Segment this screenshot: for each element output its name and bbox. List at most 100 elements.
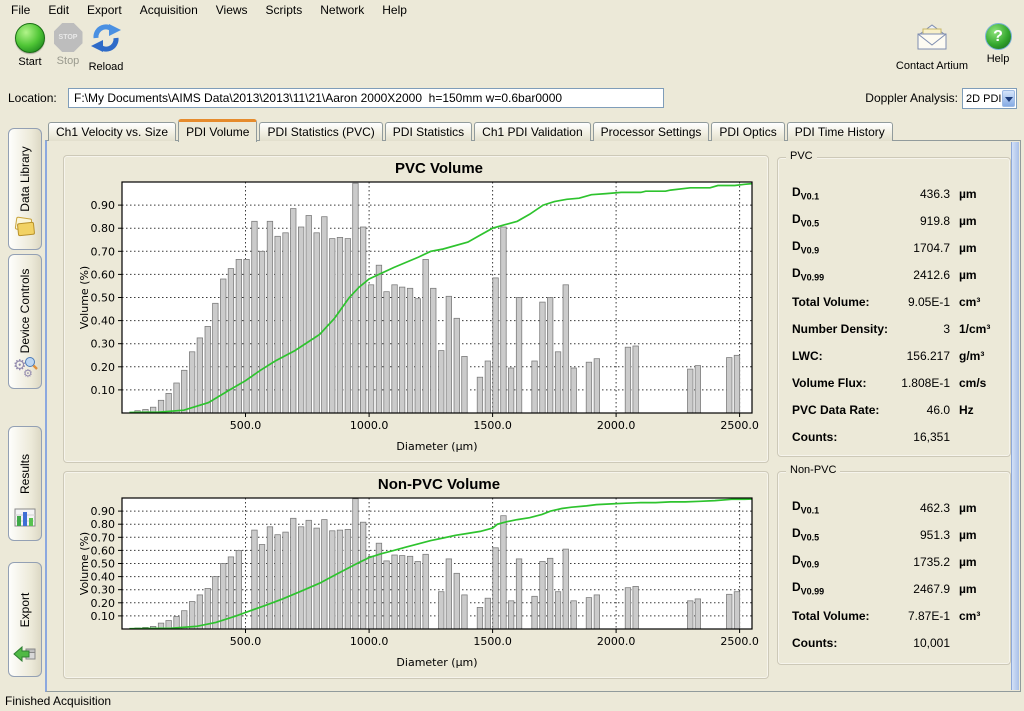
- menu-edit[interactable]: Edit: [39, 1, 78, 19]
- stat-value: 10,001: [900, 636, 950, 650]
- stat-value: 3: [900, 322, 950, 336]
- tab-processor-settings[interactable]: Processor Settings: [593, 122, 710, 141]
- tab-pdi-statistics[interactable]: PDI Statistics: [385, 122, 472, 141]
- sidebar-item-results[interactable]: Results: [8, 426, 42, 541]
- svg-text:500.0: 500.0: [230, 635, 262, 648]
- nonpvc-stats-panel: Non-PVC DV0.1462.3µmDV0.5951.3µmDV0.9173…: [777, 471, 1011, 665]
- nonpvc-stats-legend: Non-PVC: [786, 464, 840, 476]
- stat-unit: µm: [950, 187, 1000, 201]
- sidebar-item-data-library[interactable]: Data Library: [8, 128, 42, 250]
- stat-unit: µm: [950, 528, 1000, 542]
- stat-unit: Hz: [950, 403, 1000, 417]
- doppler-analysis-label: Doppler Analysis:: [865, 91, 958, 105]
- reload-button[interactable]: Reload: [84, 23, 128, 73]
- doppler-analysis-value: 2D PDI: [963, 93, 1001, 105]
- pvc-stats-rows: DV0.1436.3µmDV0.5919.8µmDV0.91704.7µmDV0…: [778, 180, 1010, 450]
- svg-text:Volume (%): Volume (%): [78, 266, 91, 329]
- svg-text:2500.0: 2500.0: [720, 635, 759, 648]
- svg-text:0.90: 0.90: [91, 199, 116, 212]
- pvc-chart-title: PVC Volume: [64, 160, 768, 177]
- stat-row: LWC:156.217g/m³: [778, 342, 1010, 369]
- doppler-analysis-select[interactable]: 2D PDI: [962, 88, 1017, 109]
- tab-pdi-statistics-pvc[interactable]: PDI Statistics (PVC): [259, 122, 382, 141]
- help-button[interactable]: ? Help: [978, 23, 1018, 65]
- sidebar-item-label: Export: [18, 593, 32, 628]
- stat-row: DV0.5951.3µm: [778, 521, 1010, 548]
- svg-text:1000.0: 1000.0: [350, 419, 389, 432]
- menu-file[interactable]: File: [2, 1, 39, 19]
- stat-unit: µm: [950, 582, 1000, 596]
- svg-text:0.50: 0.50: [91, 558, 116, 571]
- stat-value: 462.3: [900, 501, 950, 515]
- stat-label: DV0.9: [792, 553, 900, 569]
- menu-network[interactable]: Network: [311, 1, 373, 19]
- svg-text:1500.0: 1500.0: [473, 419, 512, 432]
- menu-views[interactable]: Views: [207, 1, 257, 19]
- svg-text:0.30: 0.30: [91, 584, 116, 597]
- svg-text:2000.0: 2000.0: [597, 635, 636, 648]
- stop-button-label: Stop: [57, 55, 80, 67]
- stat-unit: cm/s: [950, 376, 1000, 390]
- tab-ch1-pdi-validation[interactable]: Ch1 PDI Validation: [474, 122, 591, 141]
- stat-row: DV0.91704.7µm: [778, 234, 1010, 261]
- svg-text:0.10: 0.10: [91, 610, 116, 623]
- menu-scripts[interactable]: Scripts: [257, 1, 312, 19]
- stat-row: DV0.91735.2µm: [778, 548, 1010, 575]
- stat-label: Number Density:: [792, 322, 900, 336]
- device-controls-icon: ⚙ ⚙: [12, 354, 38, 383]
- location-input[interactable]: [68, 88, 664, 108]
- sidebar-item-export[interactable]: Export: [8, 562, 42, 677]
- stat-value: 46.0: [900, 403, 950, 417]
- results-icon: [12, 506, 38, 535]
- svg-text:0.90: 0.90: [91, 505, 116, 518]
- svg-text:⚙: ⚙: [23, 368, 33, 378]
- start-icon: [15, 23, 45, 53]
- menu-help[interactable]: Help: [373, 1, 416, 19]
- export-icon: [12, 642, 38, 671]
- svg-text:500.0: 500.0: [230, 419, 262, 432]
- svg-text:0.70: 0.70: [91, 531, 116, 544]
- stat-unit: µm: [950, 501, 1000, 515]
- sidebar-item-device-controls[interactable]: Device Controls ⚙ ⚙: [8, 254, 42, 389]
- svg-text:0.80: 0.80: [91, 222, 116, 235]
- menu-bar: FileEditExportAcquisitionViewsScriptsNet…: [0, 0, 1024, 19]
- location-bar: Location: Doppler Analysis: 2D PDI: [0, 84, 1024, 114]
- contact-artium-label: Contact Artium: [896, 60, 968, 72]
- stat-value: 2467.9: [900, 582, 950, 596]
- stat-unit: µm: [950, 214, 1000, 228]
- stat-row: Total Volume:9.05E-1cm³: [778, 288, 1010, 315]
- pvc-stats-legend: PVC: [786, 150, 817, 162]
- stat-label: Total Volume:: [792, 609, 900, 623]
- svg-text:0.20: 0.20: [91, 597, 116, 610]
- stop-icon-text: STOP: [59, 34, 78, 41]
- stat-unit: µm: [950, 555, 1000, 569]
- stat-row: DV0.1436.3µm: [778, 180, 1010, 207]
- pvc-chart-panel: PVC Volume 0.100.200.300.400.500.600.700…: [63, 155, 769, 463]
- stat-row: Counts:16,351: [778, 423, 1010, 450]
- chevron-down-icon[interactable]: [1002, 90, 1015, 107]
- stat-label: PVC Data Rate:: [792, 403, 900, 417]
- sidebar-item-label: Data Library: [18, 147, 32, 212]
- menu-export[interactable]: Export: [78, 1, 131, 19]
- stat-row: Total Volume:7.87E-1cm³: [778, 602, 1010, 629]
- stat-label: DV0.5: [792, 212, 900, 228]
- tab-ch1-velocity-vs-size[interactable]: Ch1 Velocity vs. Size: [48, 122, 176, 141]
- svg-text:0.40: 0.40: [91, 571, 116, 584]
- svg-text:Volume (%): Volume (%): [78, 532, 91, 595]
- svg-text:1000.0: 1000.0: [350, 635, 389, 648]
- stat-value: 1.808E-1: [900, 376, 950, 390]
- contact-artium-button[interactable]: Contact Artium: [888, 23, 976, 72]
- vertical-scrollbar[interactable]: [1011, 142, 1019, 690]
- pvc-stats-panel: PVC DV0.1436.3µmDV0.5919.8µmDV0.91704.7µ…: [777, 157, 1011, 457]
- tab-pdi-volume[interactable]: PDI Volume: [178, 119, 257, 142]
- menu-acquisition[interactable]: Acquisition: [131, 1, 207, 19]
- stat-label: DV0.1: [792, 499, 900, 515]
- svg-text:Diameter (µm): Diameter (µm): [396, 656, 477, 669]
- tab-pdi-time-history[interactable]: PDI Time History: [787, 122, 893, 141]
- svg-text:Diameter (µm): Diameter (µm): [396, 440, 477, 453]
- pvc-volume-chart: 0.100.200.300.400.500.600.700.800.90500.…: [72, 177, 762, 455]
- svg-text:0.50: 0.50: [91, 292, 116, 305]
- nonpvc-stats-rows: DV0.1462.3µmDV0.5951.3µmDV0.91735.2µmDV0…: [778, 494, 1010, 656]
- tab-pdi-optics[interactable]: PDI Optics: [711, 122, 784, 141]
- stat-label: DV0.9: [792, 239, 900, 255]
